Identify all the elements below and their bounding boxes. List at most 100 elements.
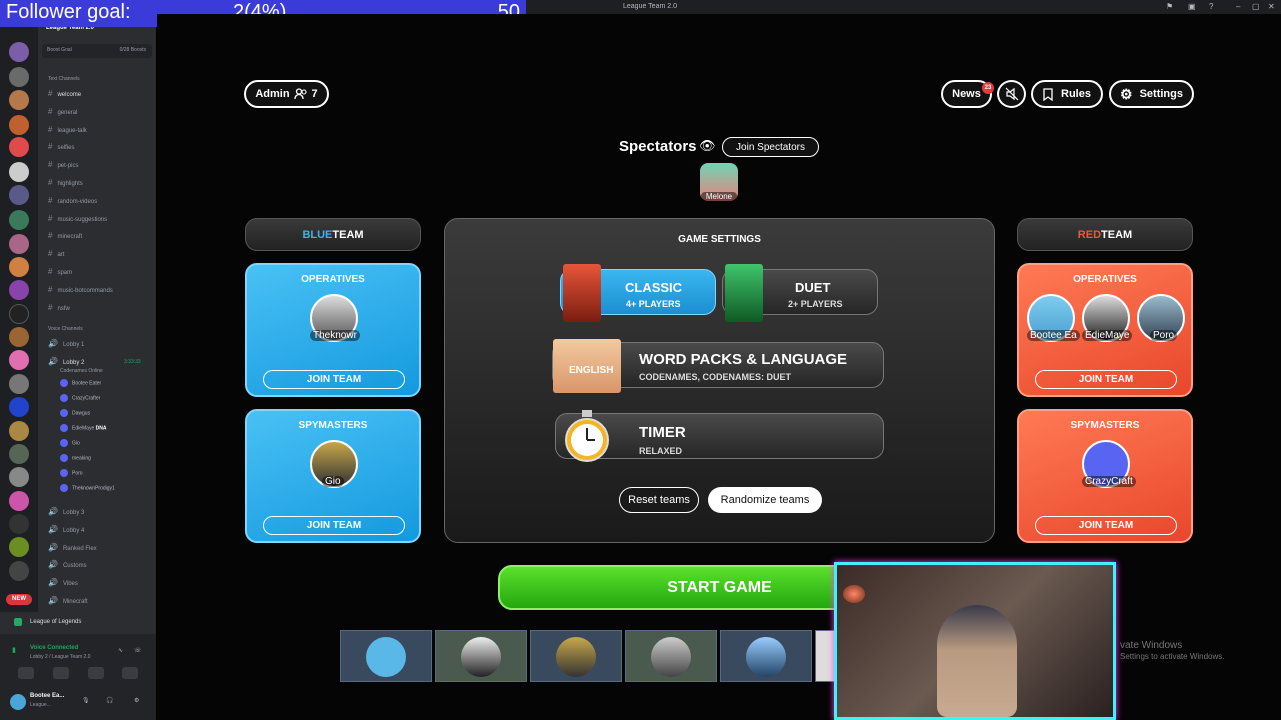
voice-channel-other[interactable]: 🔊 Lobby 4 — [48, 524, 84, 536]
blue-operatives-join-button[interactable]: JOIN TEAM — [263, 370, 405, 389]
timer-option[interactable]: TIMER RELAXED — [555, 410, 884, 462]
server-icon[interactable] — [9, 257, 29, 277]
text-channel-league-talk[interactable]: # league-talk — [48, 124, 87, 136]
join-spectators-button[interactable]: Join Spectators — [722, 137, 819, 157]
server-icon[interactable] — [9, 162, 29, 182]
server-icon[interactable] — [9, 397, 29, 417]
voice-user[interactable]: TheknownProdigy1 — [60, 484, 115, 492]
blue-spymasters-join-button[interactable]: JOIN TEAM — [263, 516, 405, 535]
soundboard-icon[interactable] — [122, 667, 138, 679]
voice-channel-other[interactable]: 🔊 Minecraft — [48, 595, 88, 607]
voice-channels-header[interactable]: Voice Channels — [48, 323, 83, 335]
voice-channel-other[interactable]: 🔊 Ranked Flex — [48, 542, 97, 554]
text-channel-highlights[interactable]: # highlights — [48, 177, 83, 189]
server-icon[interactable] — [9, 374, 29, 394]
voice-user[interactable]: Gio — [60, 439, 80, 447]
player-slot — [720, 630, 812, 682]
text-channel-pet-pics[interactable]: # pet-pics — [48, 159, 78, 171]
pin-icon[interactable]: ⚑ — [1166, 2, 1173, 11]
server-icon[interactable] — [9, 514, 29, 534]
server-icon[interactable] — [9, 327, 29, 347]
reset-teams-button[interactable]: Reset teams — [619, 487, 699, 513]
video-icon[interactable] — [18, 667, 34, 679]
voice-channel-lobby2[interactable]: 🔊 Lobby 2 — [48, 356, 84, 368]
text-channel-welcome[interactable]: # welcome — [48, 88, 81, 100]
text-channel-spam[interactable]: # spam — [48, 266, 72, 278]
voice-channel-other[interactable]: 🔊 Customs — [48, 559, 87, 571]
voice-user[interactable]: meaking — [60, 454, 91, 462]
server-icon[interactable] — [9, 90, 29, 110]
rules-button[interactable]: Rules — [1031, 80, 1103, 108]
close-icon[interactable]: ✕ — [1268, 2, 1275, 11]
admin-button[interactable]: Admin 7 — [244, 80, 329, 108]
red-spymasters-join-button[interactable]: JOIN TEAM — [1035, 516, 1177, 535]
avatar[interactable] — [10, 694, 26, 710]
voice-connected-label[interactable]: Voice Connected — [30, 645, 78, 651]
player-name: Bootee Ea — [1027, 330, 1080, 341]
text-channel-minecraft[interactable]: # minecraft — [48, 230, 82, 242]
text-channel-music-suggestions[interactable]: # music-suggestions — [48, 213, 107, 225]
minimize-icon[interactable]: – — [1236, 2, 1240, 11]
mute-button[interactable] — [997, 80, 1026, 108]
user-name[interactable]: Bootee Ea... — [30, 693, 64, 699]
randomize-teams-button[interactable]: Randomize teams — [708, 487, 822, 513]
server-icon[interactable] — [9, 350, 29, 370]
text-channel-nsfw[interactable]: # nsfw — [48, 302, 70, 314]
settings-button[interactable]: ⚙ Settings — [1109, 80, 1194, 108]
avatar — [366, 637, 406, 677]
server-icon[interactable] — [9, 491, 29, 511]
spectator-name: Melone — [701, 192, 737, 201]
word-packs-option[interactable]: ENGLISH WORD PACKS & LANGUAGE CODENAMES,… — [552, 339, 884, 393]
disconnect-icon[interactable]: ☏ — [134, 647, 142, 654]
text-channel-selfies[interactable]: # selfies — [48, 141, 74, 153]
blue-operatives-card: OPERATIVES Theknowr JOIN TEAM — [245, 263, 421, 397]
server-icon[interactable] — [9, 210, 29, 230]
help-icon[interactable]: ? — [1209, 2, 1213, 11]
game-settings-title: GAME SETTINGS — [678, 234, 761, 245]
text-channel-random-videos[interactable]: # random-videos — [48, 195, 97, 207]
voice-user[interactable]: EdieMaye DNA — [60, 424, 106, 432]
text-channel-general[interactable]: # general — [48, 106, 77, 118]
voice-user[interactable]: Poro — [60, 469, 83, 477]
noise-icon[interactable]: ∿ — [118, 647, 123, 654]
server-icon[interactable] — [9, 280, 29, 300]
server-icon[interactable] — [9, 421, 29, 441]
screenshare-icon[interactable] — [53, 667, 69, 679]
server-icon[interactable] — [9, 185, 29, 205]
gear-icon[interactable]: ⚙ — [134, 697, 139, 704]
voice-user[interactable]: Bootee Eater — [60, 379, 101, 387]
server-icon[interactable] — [9, 234, 29, 254]
maximize-icon[interactable]: ▢ — [1252, 2, 1260, 11]
text-channel-art[interactable]: # art — [48, 248, 64, 260]
classic-mode-option[interactable]: CLASSIC 4+ PLAYERS — [560, 264, 716, 322]
voice-user[interactable]: CrazyCrafter — [60, 394, 100, 402]
voice-user[interactable]: Dawgus — [60, 409, 90, 417]
server-icon[interactable] — [9, 67, 29, 87]
duet-mode-option[interactable]: DUET 2+ PLAYERS — [722, 264, 878, 322]
voice-channel-other[interactable]: 🔊 Vibes — [48, 577, 78, 589]
language-tag: ENGLISH — [569, 365, 614, 376]
voice-location[interactable]: Lobby 2 / League Team 2.0 — [30, 654, 91, 660]
player-slot — [435, 630, 527, 682]
server-icon[interactable] — [9, 467, 29, 487]
server-icon[interactable] — [9, 537, 29, 557]
codenames-box-icon — [563, 264, 601, 322]
headphones-icon[interactable]: 🎧 — [106, 697, 113, 704]
server-icon[interactable] — [9, 137, 29, 157]
text-channel-music-botcommands[interactable]: # music-botcommands — [48, 284, 113, 296]
text-channels-header[interactable]: Text Channels — [48, 73, 80, 85]
server-icon[interactable] — [9, 115, 29, 135]
activity-launch-icon[interactable] — [88, 667, 104, 679]
server-icon[interactable] — [9, 561, 29, 581]
word-pack-card-icon: ENGLISH — [553, 339, 621, 393]
activity-row[interactable]: League of Legends — [0, 612, 156, 634]
server-icon[interactable] — [9, 444, 29, 464]
red-operatives-join-button[interactable]: JOIN TEAM — [1035, 370, 1177, 389]
server-icon[interactable] — [9, 304, 29, 324]
boost-goal-bar[interactable]: Boost Goal 0/28 Boosts — [42, 44, 152, 58]
window-icon[interactable]: ▣ — [1188, 2, 1196, 11]
voice-channel-other[interactable]: 🔊 Lobby 3 — [48, 506, 84, 518]
server-icon[interactable] — [9, 42, 29, 62]
mic-icon[interactable]: 🎙 — [82, 697, 90, 704]
voice-channel-lobby1[interactable]: 🔊 Lobby 1 — [48, 338, 84, 350]
